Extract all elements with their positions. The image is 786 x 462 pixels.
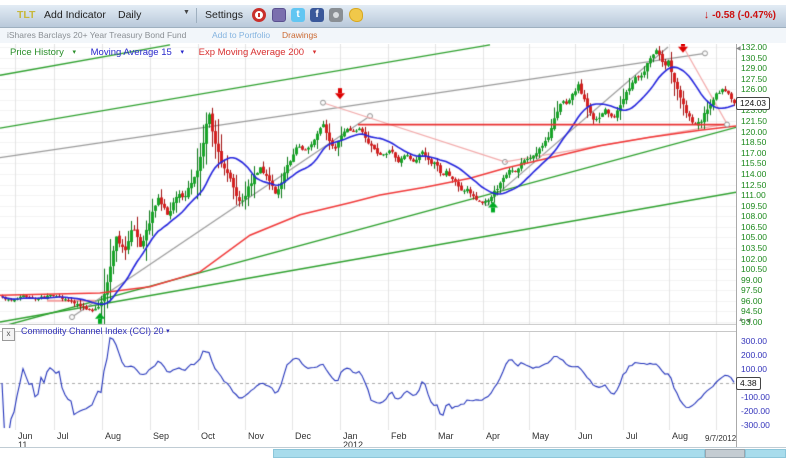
facebook-icon[interactable]: f bbox=[310, 8, 324, 22]
price-axis-label: 130.50 bbox=[741, 53, 767, 63]
price-axis-label: 99.00 bbox=[741, 275, 762, 285]
camera-icon[interactable] bbox=[329, 8, 343, 22]
scrollbar-thumb[interactable] bbox=[705, 449, 745, 458]
price-axis-label: 105.00 bbox=[741, 232, 767, 242]
horizontal-scrollbar[interactable] bbox=[0, 447, 786, 459]
month-label: Aug bbox=[672, 431, 688, 441]
month-label: Oct bbox=[201, 431, 215, 441]
month-label: Jul bbox=[57, 431, 69, 441]
price-change: ↓ -0.58 (-0.47%) bbox=[704, 9, 776, 21]
chart-application-window: TLT Add Indicator Daily ▼ Settings t f ↓… bbox=[0, 0, 786, 462]
settings-button[interactable]: Settings bbox=[205, 9, 243, 21]
price-axis-label: 102.00 bbox=[741, 254, 767, 264]
price-axis-label: 118.50 bbox=[741, 137, 766, 147]
price-history-menu[interactable]: Price History ▾ bbox=[10, 47, 82, 58]
month-label: Jun bbox=[578, 431, 593, 441]
cci-axis-label: 300.00 bbox=[741, 336, 767, 346]
month-label: May bbox=[532, 431, 549, 441]
last-price-badge: 124.03 bbox=[736, 97, 770, 110]
month-label: Aug bbox=[105, 431, 121, 441]
add-indicator-button[interactable]: Add Indicator bbox=[44, 9, 106, 21]
month-label: Mar bbox=[438, 431, 454, 441]
chevron-down-icon: ▾ bbox=[72, 49, 76, 56]
arrow-down-icon: ↓ bbox=[704, 9, 710, 21]
month-label: Dec bbox=[295, 431, 311, 441]
scrollbar-range-right[interactable] bbox=[745, 449, 786, 458]
moving-average-menu[interactable]: Moving Average 15 ▾ bbox=[91, 47, 190, 58]
price-axis-label: 115.50 bbox=[741, 158, 766, 168]
chevron-down-icon: ▾ bbox=[313, 49, 317, 56]
price-axis-label: 111.00 bbox=[741, 190, 766, 200]
exp-moving-average-menu[interactable]: Exp Moving Average 200 ▾ bbox=[199, 47, 323, 58]
price-axis-label: 108.00 bbox=[741, 211, 767, 221]
month-label: Feb bbox=[391, 431, 407, 441]
chevron-down-icon: ▾ bbox=[180, 49, 184, 56]
month-label: Jul bbox=[626, 431, 638, 441]
alarm-icon[interactable] bbox=[252, 8, 266, 22]
price-axis-label: 121.50 bbox=[741, 116, 767, 126]
cci-title[interactable]: Commodity Channel Index (CCI) 20 bbox=[21, 326, 164, 336]
price-axis-label: 93.00 bbox=[741, 317, 762, 327]
price-axis-label: 97.50 bbox=[741, 285, 762, 295]
price-axis-label: 126.00 bbox=[741, 84, 767, 94]
month-label: Nov bbox=[248, 431, 264, 441]
scrollbar-range[interactable] bbox=[273, 449, 705, 458]
price-axis-label: 100.50 bbox=[741, 264, 767, 274]
bird-icon[interactable] bbox=[349, 8, 363, 22]
price-axis-label: 114.00 bbox=[741, 169, 766, 179]
month-label: Sep bbox=[153, 431, 169, 441]
close-icon[interactable]: x bbox=[2, 328, 15, 341]
price-axis-label: 106.50 bbox=[741, 222, 767, 232]
price-axis-label: 132.00 bbox=[741, 42, 767, 52]
month-label: Apr bbox=[486, 431, 500, 441]
cci-panel-header: x Commodity Channel Index (CCI) 20 ▾ bbox=[2, 326, 170, 341]
twitter-icon[interactable]: t bbox=[291, 8, 305, 22]
cci-axis-label: -100.00 bbox=[741, 392, 770, 402]
price-axis-label: 129.00 bbox=[741, 63, 767, 73]
axis-collapse-icon[interactable]: ◀ bbox=[736, 45, 741, 52]
symbol-ticker: TLT bbox=[17, 9, 35, 21]
drawings-link[interactable]: Drawings bbox=[282, 30, 317, 40]
fund-name: iShares Barclays 20+ Year Treasury Bond … bbox=[7, 30, 186, 40]
price-axis-label: 127.50 bbox=[741, 74, 767, 84]
period-dropdown[interactable]: Daily bbox=[118, 9, 141, 21]
main-toolbar: TLT Add Indicator Daily ▼ Settings t f ↓… bbox=[0, 5, 786, 28]
price-axis-label: 96.00 bbox=[741, 296, 762, 306]
cci-axis-label: 100.00 bbox=[741, 364, 767, 374]
cci-axis-label: -300.00 bbox=[741, 420, 770, 430]
price-chart-canvas[interactable] bbox=[0, 44, 736, 325]
chevron-down-icon: ▾ bbox=[166, 328, 170, 335]
price-axis-label: 117.00 bbox=[741, 148, 766, 158]
book-icon[interactable] bbox=[272, 8, 286, 22]
cci-chart-canvas[interactable] bbox=[0, 332, 736, 430]
price-axis-label: 103.50 bbox=[741, 243, 767, 253]
price-axis-label: 112.50 bbox=[741, 180, 766, 190]
price-axis-label: 120.00 bbox=[741, 127, 767, 137]
add-to-portfolio-link[interactable]: Add to Portfolio bbox=[212, 30, 270, 40]
current-date-label: 9/7/2012 bbox=[705, 434, 736, 443]
cci-value-badge: 4.38 bbox=[736, 377, 761, 390]
chevron-down-icon[interactable]: ▼ bbox=[183, 9, 190, 16]
toolbar-divider bbox=[196, 8, 197, 23]
price-axis-label: 109.50 bbox=[741, 201, 767, 211]
cci-axis-label: -200.00 bbox=[741, 406, 770, 416]
cci-axis-label: 200.00 bbox=[741, 350, 767, 360]
price-axis-label: 94.50 bbox=[741, 306, 762, 316]
indicator-legend: Price History ▾ Moving Average 15 ▾ Exp … bbox=[10, 47, 328, 58]
symbol-info-bar: iShares Barclays 20+ Year Treasury Bond … bbox=[0, 28, 786, 43]
